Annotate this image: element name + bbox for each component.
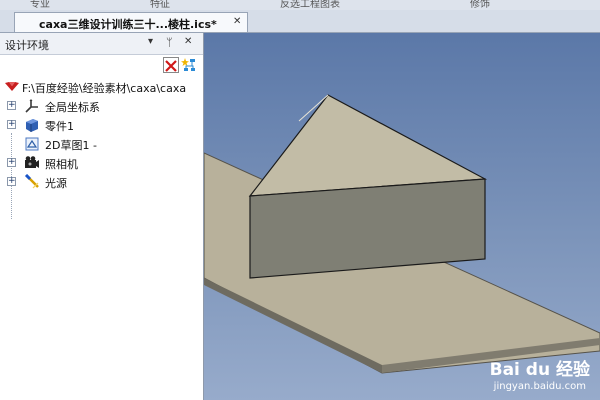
prism-top-face bbox=[248, 94, 488, 197]
light-icon bbox=[24, 174, 39, 189]
tree-root[interactable]: F:\百度经验\经验素材\caxa\caxa bbox=[0, 79, 203, 95]
tree-item-label: 全局坐标系 bbox=[45, 101, 100, 114]
axes-icon bbox=[25, 99, 38, 113]
menu-item[interactable]: 特征 bbox=[150, 0, 170, 10]
tree-item-label: 零件1 bbox=[45, 120, 74, 133]
menu-item[interactable]: 修饰 bbox=[470, 0, 490, 10]
tree-item-light[interactable]: + 光源 bbox=[0, 174, 203, 190]
pin-icon[interactable]: ᛘ bbox=[166, 36, 173, 49]
document-tab-title: caxa三维设计训练三十...棱柱.ics* bbox=[39, 18, 217, 31]
tree-item-label: 2D草图1 - bbox=[45, 139, 97, 152]
menu-item[interactable]: 专业 bbox=[30, 0, 50, 10]
expand-icon[interactable]: + bbox=[7, 101, 16, 110]
panel-title: 设计环境 bbox=[5, 39, 49, 52]
watermark-logo: Bai du 经验 bbox=[489, 360, 590, 380]
prism-front-face bbox=[249, 178, 486, 279]
expand-icon[interactable]: + bbox=[7, 177, 16, 186]
camera-icon bbox=[25, 156, 39, 168]
design-root-icon bbox=[5, 82, 19, 91]
expand-icon[interactable]: + bbox=[7, 158, 16, 167]
watermark-url: jingyan.baidu.com bbox=[493, 381, 586, 392]
tree-item-global-axes[interactable]: + 全局坐标系 bbox=[0, 98, 203, 114]
tree-item-camera[interactable]: + 照相机 bbox=[0, 155, 203, 171]
document-tab[interactable]: caxa三维设计训练三十...棱柱.ics* ✕ bbox=[14, 12, 248, 32]
tree-view-icon[interactable] bbox=[181, 57, 197, 73]
design-environment-panel: 设计环境 ▾ ᛘ ✕ F:\百度经验\经验素材\caxa\caxa + 全局坐标… bbox=[0, 33, 204, 400]
panel-header: 设计环境 ▾ ᛘ ✕ bbox=[0, 33, 203, 55]
tree-item-sketch[interactable]: 2D草图1 - bbox=[0, 136, 203, 152]
expand-icon[interactable]: + bbox=[7, 120, 16, 129]
part-icon bbox=[26, 119, 38, 132]
3d-scene bbox=[204, 94, 600, 374]
tree-item-label: 照相机 bbox=[45, 158, 78, 171]
close-tab-icon[interactable]: ✕ bbox=[233, 16, 241, 27]
menu-item[interactable]: 反选工程图表 bbox=[280, 0, 340, 10]
tree-item-label: 光源 bbox=[45, 177, 67, 190]
sketch-icon bbox=[25, 137, 39, 151]
tree-item-part[interactable]: + 零件1 bbox=[0, 117, 203, 133]
panel-menu-icon[interactable]: ▾ bbox=[148, 36, 153, 47]
baidu-watermark: Bai du 经验 jingyan.baidu.com bbox=[490, 355, 590, 392]
panel-toolbar bbox=[0, 55, 203, 77]
3d-viewport[interactable]: Bai du 经验 jingyan.baidu.com bbox=[204, 33, 600, 400]
delete-icon[interactable] bbox=[163, 57, 179, 73]
document-tab-bar: caxa三维设计训练三十...棱柱.ics* ✕ bbox=[0, 10, 600, 33]
tree-root-label: F:\百度经验\经验素材\caxa\caxa bbox=[22, 82, 187, 95]
panel-close-icon[interactable]: ✕ bbox=[184, 36, 192, 47]
